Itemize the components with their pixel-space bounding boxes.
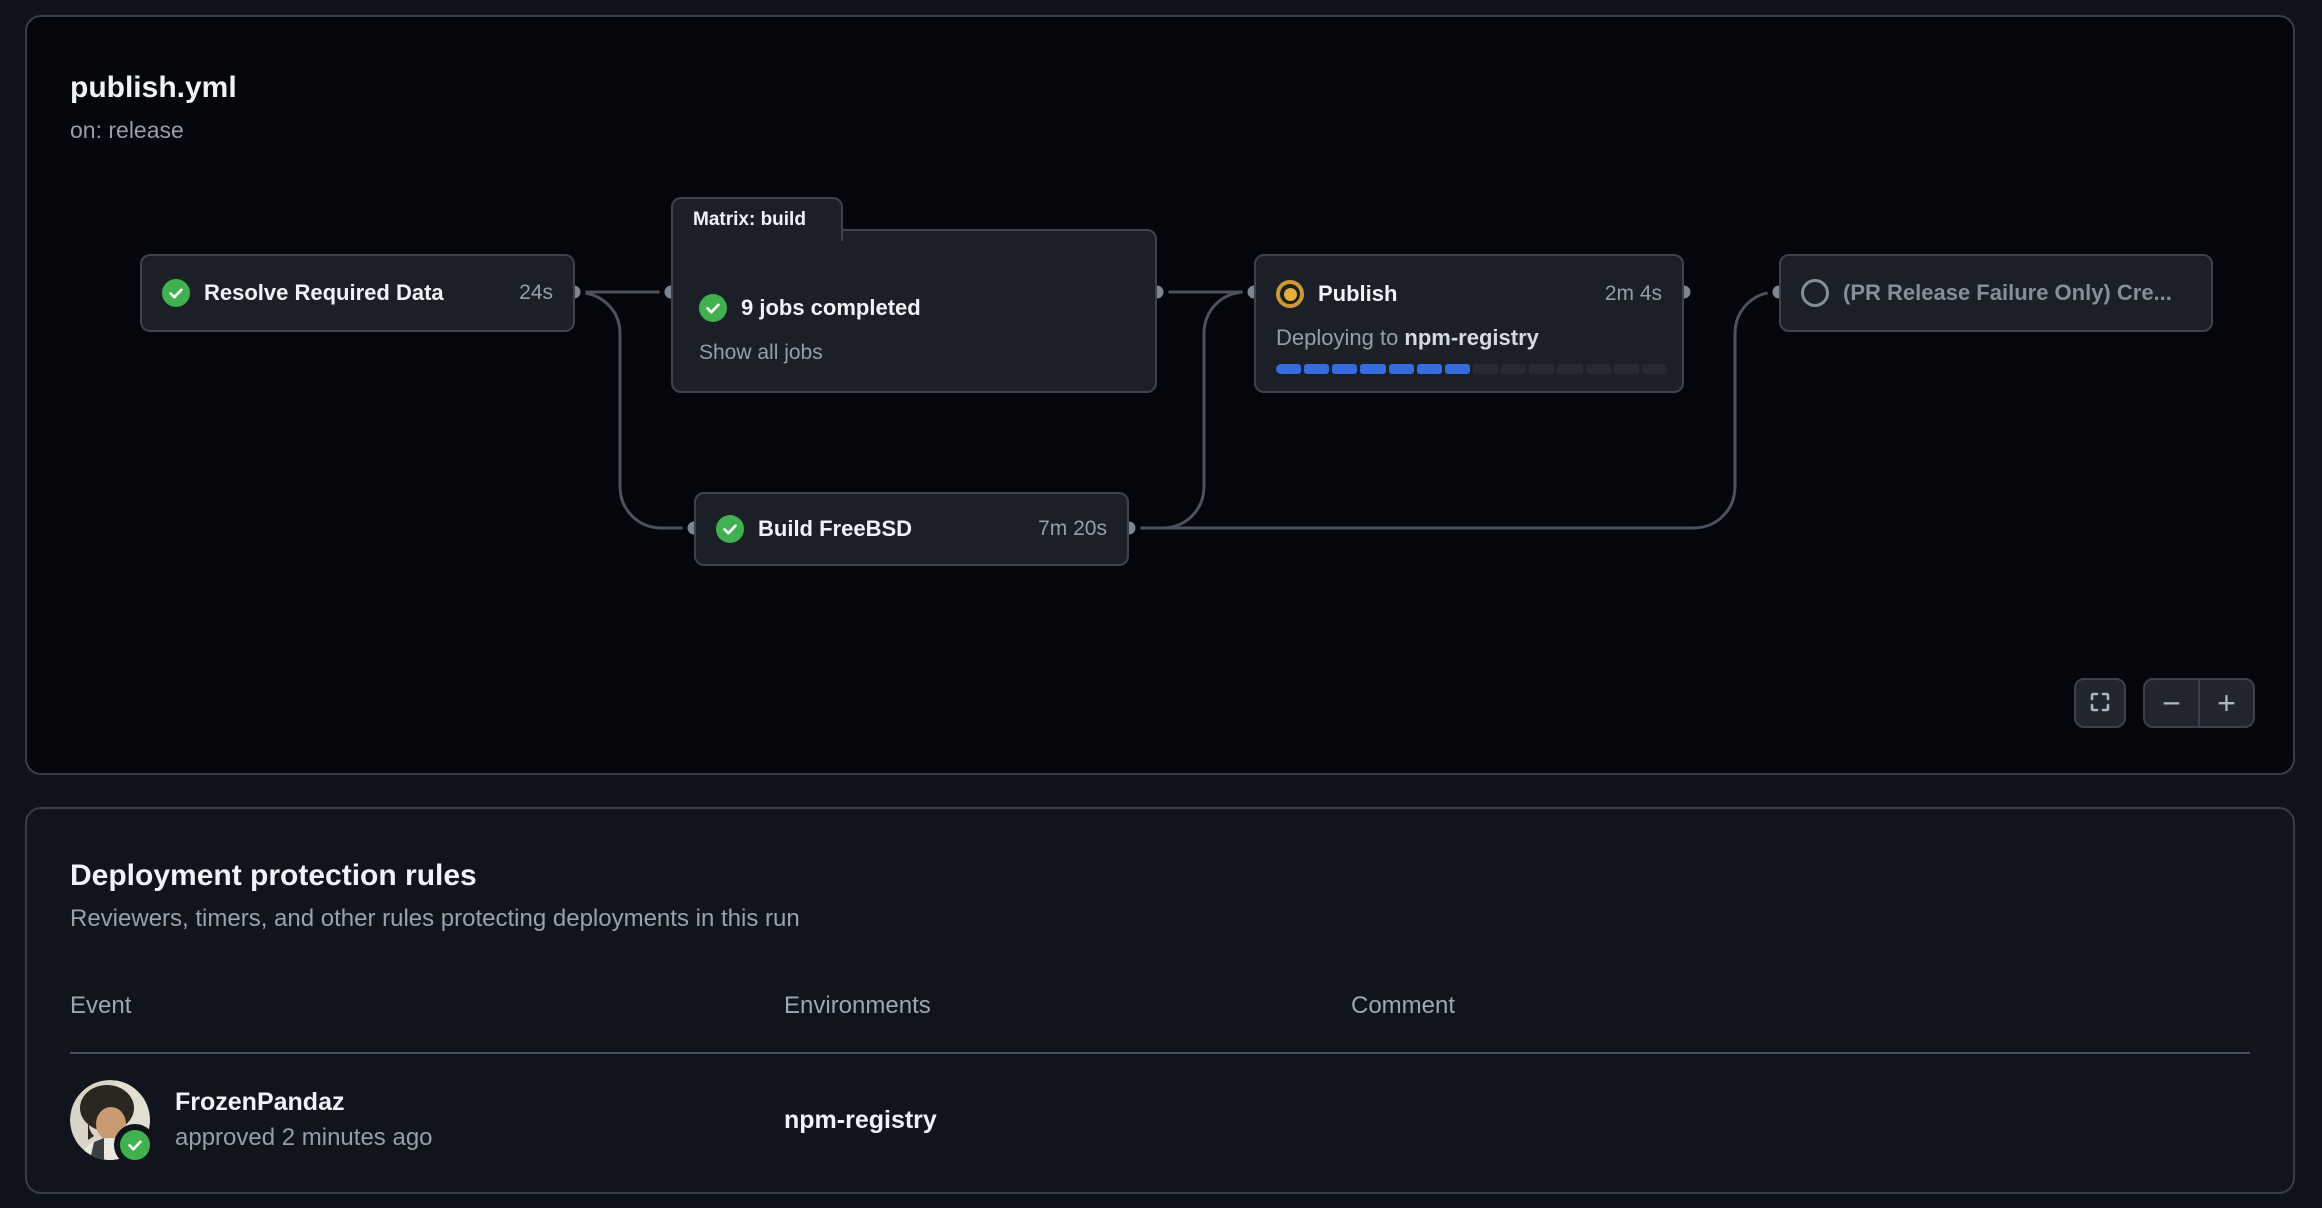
job-node-label: Resolve Required Data bbox=[204, 280, 444, 306]
publish-progress-bar bbox=[1276, 364, 1667, 374]
progress-segment bbox=[1276, 364, 1301, 374]
progress-segment bbox=[1586, 364, 1611, 374]
rules-table: Event Environments Comment bbox=[70, 991, 2250, 1190]
avatar[interactable] bbox=[70, 1080, 150, 1160]
rules-table-header: Event Environments Comment bbox=[70, 991, 2250, 1054]
job-node-pr-release-failure[interactable]: (PR Release Failure Only) Cre... bbox=[1779, 254, 2213, 332]
reviewer-name[interactable]: FrozenPandaz bbox=[175, 1086, 433, 1118]
rules-title: Deployment protection rules bbox=[70, 857, 2250, 895]
column-comment: Comment bbox=[1351, 991, 2250, 1021]
progress-segment bbox=[1304, 364, 1329, 374]
progress-segment bbox=[1501, 364, 1526, 374]
zoom-out-button[interactable]: − bbox=[2145, 680, 2200, 726]
in-progress-icon bbox=[1276, 280, 1304, 308]
rules-table-row: FrozenPandaz approved 2 minutes ago npm-… bbox=[70, 1054, 2250, 1190]
progress-segment bbox=[1389, 364, 1414, 374]
job-node-label: 9 jobs completed bbox=[741, 295, 921, 321]
workflow-title: publish.yml bbox=[70, 69, 237, 107]
job-node-label: (PR Release Failure Only) Cre... bbox=[1843, 280, 2172, 306]
job-node-resolve-required-data[interactable]: Resolve Required Data 24s bbox=[140, 254, 575, 332]
deploy-environment: npm-registry bbox=[1404, 325, 1538, 350]
rules-description: Reviewers, timers, and other rules prote… bbox=[70, 903, 2250, 935]
progress-segment bbox=[1614, 364, 1639, 374]
approved-check-icon bbox=[114, 1124, 156, 1166]
progress-segment bbox=[1417, 364, 1442, 374]
workflow-trigger: on: release bbox=[70, 115, 184, 145]
graph-edges bbox=[27, 17, 2293, 773]
job-duration: 24s bbox=[519, 281, 553, 305]
column-environments: Environments bbox=[784, 991, 1351, 1021]
environment-cell: npm-registry bbox=[784, 1106, 1351, 1135]
progress-segment bbox=[1557, 364, 1582, 374]
zoom-in-button[interactable]: + bbox=[2200, 680, 2253, 726]
job-node-label: Publish bbox=[1318, 281, 1397, 307]
column-event: Event bbox=[70, 991, 784, 1021]
pending-circle-icon bbox=[1801, 279, 1829, 307]
deployment-protection-card: Deployment protection rules Reviewers, t… bbox=[25, 807, 2295, 1194]
workflow-graph-card: publish.yml on: release Resolve Require bbox=[25, 15, 2295, 775]
job-node-matrix-build[interactable]: 9 jobs completed Show all jobs bbox=[671, 229, 1157, 393]
job-node-publish[interactable]: Publish 2m 4s Deploying to npm-registry bbox=[1254, 254, 1684, 393]
progress-segment bbox=[1529, 364, 1554, 374]
job-duration: 7m 20s bbox=[1038, 517, 1107, 541]
zoom-button-group: − + bbox=[2143, 678, 2255, 728]
event-cell: FrozenPandaz approved 2 minutes ago bbox=[70, 1080, 784, 1160]
progress-segment bbox=[1332, 364, 1357, 374]
fullscreen-button[interactable] bbox=[2074, 678, 2126, 728]
progress-segment bbox=[1445, 364, 1470, 374]
graph-controls: − + bbox=[2074, 678, 2255, 728]
fullscreen-icon bbox=[2088, 690, 2112, 717]
success-check-icon bbox=[699, 294, 727, 322]
event-text: FrozenPandaz approved 2 minutes ago bbox=[175, 1086, 433, 1154]
show-all-jobs-link[interactable]: Show all jobs bbox=[699, 341, 1135, 365]
progress-segment bbox=[1642, 364, 1667, 374]
job-node-build-freebsd[interactable]: Build FreeBSD 7m 20s bbox=[694, 492, 1129, 566]
matrix-tab-label: Matrix: build bbox=[693, 209, 806, 231]
success-check-icon bbox=[716, 515, 744, 543]
progress-segment bbox=[1473, 364, 1498, 374]
matrix-tab: Matrix: build bbox=[671, 197, 843, 241]
approval-status: approved 2 minutes ago bbox=[175, 1122, 433, 1154]
progress-segment bbox=[1360, 364, 1385, 374]
deploy-status-text: Deploying to npm-registry bbox=[1276, 324, 1662, 352]
job-node-label: Build FreeBSD bbox=[758, 516, 912, 542]
success-check-icon bbox=[162, 279, 190, 307]
job-duration: 2m 4s bbox=[1605, 282, 1662, 306]
